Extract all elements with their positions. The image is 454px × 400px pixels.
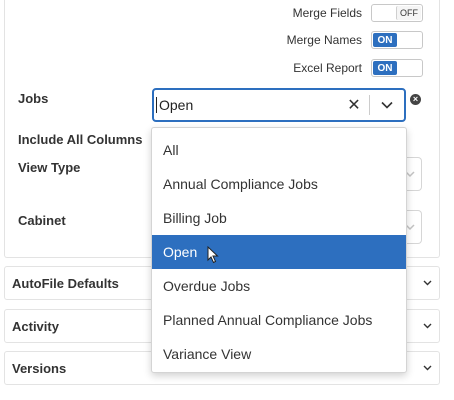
chevron-down-icon (415, 323, 439, 329)
dropdown-toggle-button[interactable] (370, 90, 404, 120)
merge-names-toggle[interactable]: ON (371, 31, 423, 49)
chevron-down-icon (415, 365, 439, 371)
cabinet-label: Cabinet (18, 213, 66, 228)
close-icon[interactable]: ✕ (339, 95, 369, 115)
option-all[interactable]: All (152, 133, 406, 167)
jobs-select-value[interactable]: Open (156, 97, 339, 113)
excel-report-state: ON (373, 61, 397, 75)
include-all-columns-label: Include All Columns (18, 132, 143, 147)
option-overdue-jobs[interactable]: Overdue Jobs (152, 269, 406, 303)
jobs-dropdown-menu: All Annual Compliance Jobs Billing Job O… (151, 127, 407, 373)
view-type-label: View Type (18, 160, 81, 175)
merge-fields-label: Merge Fields (292, 6, 362, 20)
option-annual-compliance-jobs[interactable]: Annual Compliance Jobs (152, 167, 406, 201)
chevron-down-icon (415, 280, 439, 286)
option-billing-job[interactable]: Billing Job (152, 201, 406, 235)
merge-fields-row: Merge Fields OFF (293, 3, 423, 23)
merge-names-state: ON (373, 33, 397, 47)
excel-report-label: Excel Report (293, 61, 362, 75)
merge-names-row: Merge Names ON (287, 30, 423, 50)
excel-report-toggle[interactable]: ON (371, 59, 423, 77)
remove-circle-icon[interactable]: × (410, 94, 421, 105)
option-planned-annual-compliance-jobs[interactable]: Planned Annual Compliance Jobs (152, 303, 406, 337)
option-variance-view[interactable]: Variance View (152, 337, 406, 371)
excel-report-row: Excel Report ON (293, 58, 423, 78)
merge-names-label: Merge Names (286, 33, 362, 47)
option-open[interactable]: Open (152, 235, 406, 269)
chevron-down-icon (381, 101, 393, 109)
jobs-select[interactable]: Open ✕ (152, 88, 406, 122)
jobs-label: Jobs (18, 91, 49, 106)
mouse-cursor-icon (207, 246, 219, 264)
merge-fields-toggle[interactable]: OFF (371, 4, 423, 22)
merge-fields-state: OFF (396, 6, 421, 20)
